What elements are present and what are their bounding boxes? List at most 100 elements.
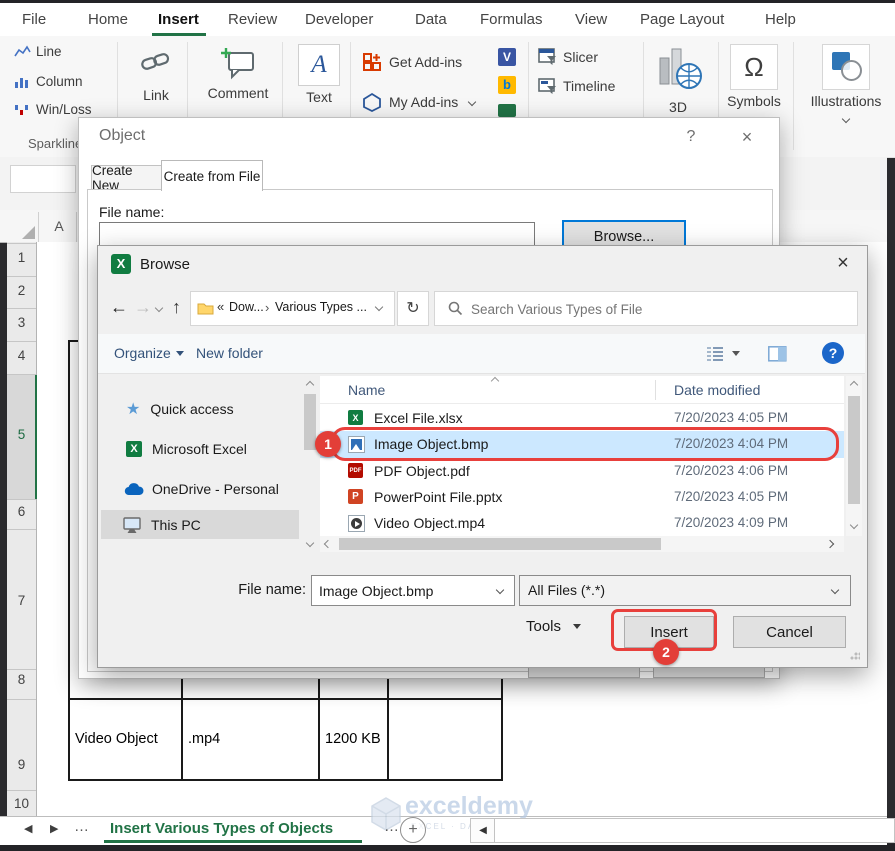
breadcrumb-chevrons[interactable]: « [217, 299, 224, 314]
scroll-down-icon[interactable] [305, 538, 315, 548]
new-folder-button[interactable]: New folder [196, 345, 263, 361]
tab-create-new[interactable]: Create New [91, 163, 163, 193]
ribbon-item-get-addins[interactable]: Get Add-ins [362, 52, 462, 72]
tab-review[interactable]: Review [228, 11, 277, 28]
addin-icon[interactable] [498, 104, 516, 117]
column-header-date[interactable]: Date modified [674, 382, 760, 398]
sidebar-item-this-pc[interactable]: This PC [101, 510, 299, 539]
sidebar-item-microsoft-excel[interactable]: X Microsoft Excel [102, 436, 298, 462]
cancel-button[interactable]: Cancel [733, 616, 846, 648]
select-all-corner[interactable] [22, 226, 35, 239]
tab-page-layout[interactable]: Page Layout [640, 11, 724, 28]
sidebar-item-onedrive[interactable]: OneDrive - Personal [102, 476, 298, 502]
file-row[interactable]: PDF PDF Object.pdf 7/20/2023 4:06 PM [320, 458, 844, 484]
tab-data[interactable]: Data [415, 11, 447, 28]
ribbon-item-winloss-sparkline[interactable]: Win/Loss [14, 102, 92, 117]
sheet-nav-right-icon[interactable]: ▶ [50, 822, 58, 835]
row-header[interactable]: 1 [7, 250, 36, 265]
ribbon-item-3d-maps[interactable]: 3D [648, 44, 708, 115]
search-box[interactable] [434, 291, 858, 326]
sidebar-scrollbar[interactable] [302, 376, 318, 553]
ribbon-item-column-sparkline[interactable]: Column [14, 74, 83, 89]
scroll-up-icon[interactable] [305, 380, 315, 390]
tab-insert-active[interactable]: Insert [158, 11, 199, 28]
sidebar-item-quick-access[interactable]: ★ Quick access [102, 396, 298, 422]
table-cell-size[interactable]: 1200 KB [325, 731, 381, 747]
tools-menu[interactable]: Tools [526, 618, 582, 635]
scroll-up-icon[interactable] [849, 380, 859, 390]
help-icon[interactable]: ? [822, 342, 844, 364]
file-row[interactable]: P PowerPoint File.pptx 7/20/2023 4:05 PM [320, 484, 844, 510]
name-box[interactable] [10, 165, 76, 193]
combobox-chevron-icon[interactable] [495, 585, 505, 595]
refresh-icon[interactable]: ↻ [397, 291, 429, 326]
row-header[interactable]: 8 [7, 672, 36, 687]
ribbon-item-link[interactable]: Link [128, 46, 184, 103]
tab-create-from-file[interactable]: Create from File [161, 160, 263, 191]
column-header-a[interactable]: A [44, 218, 74, 234]
ribbon-item-slicer[interactable]: Slicer [538, 48, 598, 66]
row-header[interactable]: 3 [7, 315, 36, 330]
file-name-input[interactable] [317, 580, 491, 602]
recent-locations-chevron-icon[interactable] [154, 303, 164, 313]
ribbon-item-comment[interactable]: Comment [200, 46, 276, 101]
ribbon-item-timeline[interactable]: Timeline [538, 77, 615, 95]
tab-file[interactable]: File [22, 11, 46, 28]
file-name-combobox[interactable] [311, 575, 515, 606]
bing-addin-icon[interactable]: b [498, 76, 516, 94]
row-header[interactable]: 4 [7, 348, 36, 363]
tab-view[interactable]: View [575, 11, 607, 28]
row-header[interactable]: 10 [7, 796, 36, 811]
visio-addin-icon[interactable]: V [498, 48, 516, 66]
breadcrumb-item[interactable]: Dow... [229, 300, 264, 314]
resize-grip[interactable] [850, 650, 860, 660]
sheet-tab-overflow-left[interactable]: … [74, 818, 89, 835]
close-icon[interactable]: × [733, 124, 761, 150]
table-cell-name[interactable]: Video Object [75, 731, 158, 747]
dropdown-chevron-icon[interactable] [830, 585, 840, 595]
scroll-down-icon[interactable] [849, 520, 859, 530]
help-icon[interactable]: ? [677, 124, 705, 150]
organize-button[interactable]: Organize [114, 345, 171, 361]
scrollbar-thumb[interactable] [848, 396, 860, 504]
address-bar[interactable]: « Dow... › Various Types ... [190, 291, 395, 326]
sheet-nav-left-icon[interactable]: ◀ [24, 822, 32, 835]
tab-formulas[interactable]: Formulas [480, 11, 543, 28]
scroll-right-icon[interactable] [825, 539, 835, 549]
row-header[interactable]: 7 [7, 593, 36, 608]
new-sheet-button[interactable]: + [400, 817, 426, 843]
list-horizontal-scrollbar[interactable] [320, 536, 844, 552]
horizontal-scrollbar[interactable] [494, 818, 895, 843]
scrollbar-thumb[interactable] [339, 538, 661, 550]
column-divider[interactable] [655, 380, 656, 400]
row-header[interactable]: 6 [7, 504, 36, 519]
column-header-name[interactable]: Name [348, 382, 385, 398]
row-header[interactable]: 2 [7, 283, 36, 298]
preview-pane-icon[interactable] [768, 346, 787, 362]
file-row[interactable]: Video Object.mp4 7/20/2023 4:09 PM [320, 510, 844, 536]
row-header[interactable]: 9 [7, 757, 36, 772]
address-dropdown-chevron-icon[interactable] [374, 302, 384, 312]
breadcrumb-item[interactable]: Various Types ... [275, 300, 367, 314]
hscroll-left-button[interactable]: ◀ [470, 818, 496, 843]
file-type-dropdown[interactable]: All Files (*.*) [519, 575, 851, 606]
ribbon-item-text[interactable]: A Text [296, 44, 342, 105]
close-icon[interactable]: × [828, 249, 858, 277]
list-vertical-scrollbar[interactable] [846, 376, 862, 536]
ribbon-item-symbols[interactable]: Ω Symbols [722, 44, 786, 109]
table-cell-ext[interactable]: .mp4 [188, 731, 220, 747]
up-icon[interactable]: ↑ [172, 297, 181, 318]
ribbon-item-illustrations[interactable]: Illustrations [798, 44, 894, 127]
tab-developer[interactable]: Developer [305, 11, 373, 28]
sheet-tab-overflow-right[interactable]: … [384, 818, 399, 835]
tab-help[interactable]: Help [765, 11, 796, 28]
active-sheet-tab[interactable]: Insert Various Types of Objects [110, 820, 333, 837]
search-input[interactable] [469, 298, 843, 320]
ribbon-item-line-sparkline[interactable]: Line [14, 44, 62, 59]
scroll-left-icon[interactable] [323, 539, 333, 549]
tab-home[interactable]: Home [88, 11, 128, 28]
row-header[interactable]: 5 [7, 427, 36, 442]
view-mode-chevron-icon[interactable] [732, 351, 740, 356]
ribbon-item-my-addins[interactable]: My Add-ins [362, 92, 477, 112]
back-icon[interactable]: ← [110, 297, 128, 318]
